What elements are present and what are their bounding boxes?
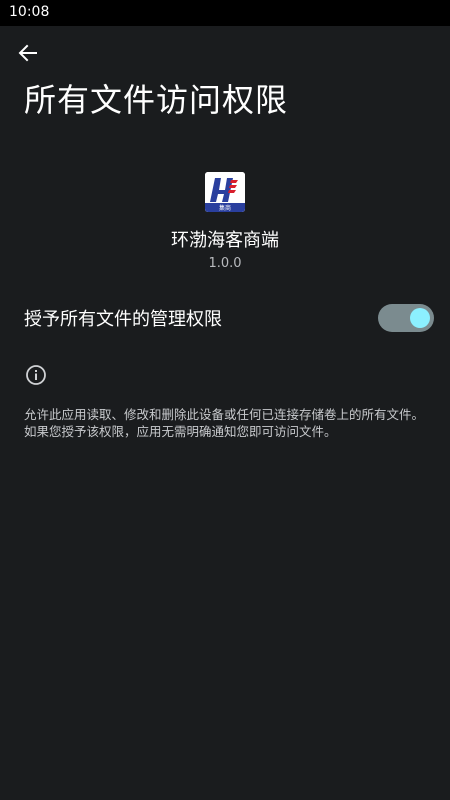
info-icon — [26, 365, 46, 385]
app-icon-badge-text: 集商 — [219, 204, 231, 212]
back-button[interactable] — [12, 40, 44, 66]
status-time: 10:08 — [9, 4, 50, 20]
all-files-access-setting[interactable]: 授予所有文件的管理权限 — [0, 296, 450, 340]
app-logo-icon: 集商 — [205, 172, 245, 212]
app-version: 1.0.0 — [208, 256, 242, 271]
toggle-thumb — [410, 308, 430, 328]
permission-description: 允许此应用读取、修改和删除此设备或任何已连接存储卷上的所有文件。如果您授予该权限… — [24, 407, 425, 439]
all-files-access-toggle[interactable] — [378, 304, 434, 332]
page-title: 所有文件访问权限 — [24, 81, 289, 119]
setting-label: 授予所有文件的管理权限 — [24, 309, 222, 330]
status-bar: 10:08 — [0, 0, 450, 26]
app-name: 环渤海客商端 — [171, 230, 279, 251]
arrow-back-icon — [18, 44, 37, 62]
